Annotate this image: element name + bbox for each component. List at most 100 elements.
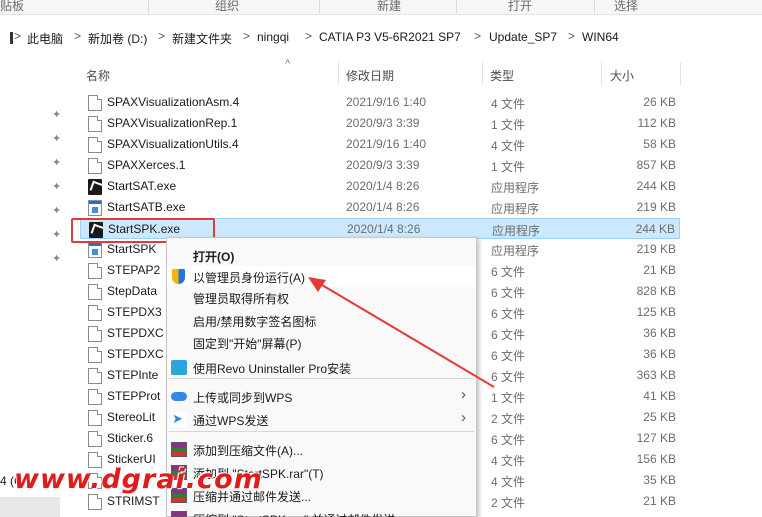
shield-icon — [172, 269, 185, 284]
file-icon — [88, 95, 102, 111]
file-type: 1 文件 — [491, 160, 526, 174]
file-size: 26 KB — [643, 95, 676, 109]
file-name: STRIMST — [107, 494, 160, 508]
file-size: 127 KB — [636, 431, 676, 445]
column-header-date[interactable]: 修改日期 — [346, 67, 394, 84]
context-menu-item[interactable]: 启用/禁用数字签名图标 — [167, 310, 476, 331]
file-row[interactable]: SPAXVisualizationAsm.4 2021/9/16 1:40 4 文件… — [80, 92, 680, 113]
file-name: STEPDX3 — [107, 305, 162, 319]
breadcrumb-ningqi[interactable]: ningqi — [257, 30, 289, 44]
file-size: 244 KB — [635, 222, 675, 236]
context-menu-label: 以管理员身份运行(A) — [193, 271, 305, 285]
file-type: 2 文件 — [491, 496, 526, 510]
column-divider[interactable] — [482, 62, 483, 86]
ribbon-group-clipboard[interactable]: 贴板 — [0, 0, 24, 12]
column-divider[interactable] — [680, 62, 681, 86]
file-row[interactable]: SPAXVisualizationRep.1 2020/9/3 3:39 1 文件 1… — [80, 113, 680, 134]
file-date: 2020/9/3 3:39 — [346, 116, 420, 130]
context-menu-item[interactable]: 添加到压缩文件(A)... — [167, 439, 476, 460]
breadcrumb-win64[interactable]: WIN64 — [582, 30, 619, 44]
breadcrumb-catia[interactable]: CATIA P3 V5-6R2021 SP7 — [319, 30, 461, 44]
context-menu-item[interactable]: 管理员取得所有权 — [167, 287, 476, 308]
file-size: 112 KB — [637, 116, 676, 130]
column-header-size[interactable]: 大小 — [610, 67, 634, 84]
column-divider[interactable] — [338, 62, 339, 86]
file-name: StereoLit — [107, 410, 156, 424]
file-row[interactable]: StartSATB.exe 2020/1/4 8:26 应用程序 219 KB — [80, 197, 680, 218]
cloud-icon — [171, 392, 187, 401]
rar-icon — [171, 442, 187, 457]
column-divider[interactable] — [601, 62, 602, 86]
file-row[interactable]: SPAXXerces.1 2020/9/3 3:39 1 文件 857 KB — [80, 155, 680, 176]
breadcrumb-this-pc[interactable]: 此电脑 — [27, 30, 63, 47]
file-name: SPAXXerces.1 — [107, 158, 186, 172]
context-menu-item[interactable]: 上传或同步到WPS › — [167, 386, 476, 407]
context-menu-item[interactable]: 固定到"开始"屏幕(P) — [167, 332, 476, 353]
pin-icon: ✦ — [52, 157, 62, 169]
column-header-name[interactable]: 名称 — [86, 67, 110, 84]
file-name: StartSPK — [107, 242, 157, 256]
file-size: 35 KB — [643, 473, 676, 487]
context-menu-label: 通过WPS发送 — [193, 414, 269, 428]
file-type: 6 文件 — [491, 286, 526, 300]
file-size: 857 KB — [636, 158, 676, 172]
breadcrumb-separator: > — [14, 29, 22, 43]
file-date: 2020/1/4 8:26 — [347, 222, 421, 236]
context-menu-label: 添加到压缩文件(A)... — [193, 444, 303, 458]
context-menu-label: 启用/禁用数字签名图标 — [193, 315, 317, 329]
context-menu-label: 使用Revo Uninstaller Pro安装 — [193, 362, 352, 376]
context-menu-item[interactable]: 以管理员身份运行(A) — [167, 266, 476, 287]
breadcrumb-new-folder[interactable]: 新建文件夹 — [172, 30, 232, 47]
column-header-row: ^ 名称 修改日期 类型 大小 — [80, 58, 762, 88]
file-type: 应用程序 — [491, 244, 540, 258]
file-type: 4 文件 — [491, 139, 526, 153]
breadcrumb-separator: > — [305, 29, 313, 43]
file-type: 1 文件 — [491, 118, 526, 132]
file-icon — [88, 368, 102, 384]
breadcrumb-update-sp7[interactable]: Update_SP7 — [489, 30, 557, 44]
file-name: STEPInte — [107, 368, 159, 382]
pin-icon: ✦ — [52, 181, 62, 193]
sort-ascending-icon: ^ — [285, 58, 291, 70]
ribbon-group-organize[interactable]: 组织 — [215, 0, 239, 12]
file-size: 156 KB — [636, 452, 676, 466]
submenu-chevron-icon: › — [461, 386, 466, 403]
file-row[interactable]: SPAXVisualizationUtils.4 2021/9/16 1:40 4 … — [80, 134, 680, 155]
breadcrumb-drive-d[interactable]: 新加卷 (D:) — [88, 30, 147, 47]
column-header-type[interactable]: 类型 — [490, 67, 514, 84]
ribbon-divider — [456, 0, 457, 14]
file-row[interactable]: StartSAT.exe 2020/1/4 8:26 应用程序 244 KB — [80, 176, 680, 197]
context-menu-item[interactable]: 压缩到 "StartSPK.rar" 并通过邮件发送 — [167, 508, 476, 517]
file-size: 36 KB — [643, 326, 676, 340]
context-menu-item[interactable]: 通过WPS发送 › — [167, 409, 476, 430]
file-type: 2 文件 — [491, 412, 526, 426]
pin-icon: ✦ — [52, 133, 62, 145]
file-size: 36 KB — [643, 347, 676, 361]
context-menu-item[interactable]: 使用Revo Uninstaller Pro安装 — [167, 357, 476, 378]
pc-icon — [3, 32, 13, 44]
context-menu-item[interactable]: 打开(O) — [167, 245, 476, 266]
address-bar[interactable]: > 此电脑 > 新加卷 (D:) > 新建文件夹 > ningqi > CATI… — [0, 24, 762, 52]
navigation-pane: ✦ ✦ ✦ ✦ ✦ ✦ ✦ — [0, 56, 72, 517]
file-icon — [88, 158, 102, 174]
file-date: 2020/9/3 3:39 — [346, 158, 420, 172]
file-icon — [88, 326, 102, 342]
exe-icon — [88, 179, 102, 195]
exe-icon — [88, 200, 102, 216]
file-icon — [88, 410, 102, 426]
file-type: 4 文件 — [491, 475, 526, 489]
ribbon-group-new[interactable]: 新建 — [377, 0, 401, 12]
file-icon — [88, 137, 102, 153]
file-size: 219 KB — [636, 242, 676, 256]
file-type: 6 文件 — [491, 433, 526, 447]
breadcrumb-separator: > — [74, 29, 82, 43]
revo-icon — [171, 360, 187, 375]
ribbon-group-open[interactable]: 打开 — [508, 0, 532, 12]
file-type: 应用程序 — [491, 202, 540, 216]
ribbon-divider — [319, 0, 320, 14]
file-icon — [88, 263, 102, 279]
context-menu-label: 压缩到 "StartSPK.rar" 并通过邮件发送 — [193, 511, 396, 517]
ribbon-group-select[interactable]: 选择 — [614, 0, 638, 12]
file-type: 6 文件 — [491, 265, 526, 279]
file-size: 828 KB — [636, 284, 676, 298]
